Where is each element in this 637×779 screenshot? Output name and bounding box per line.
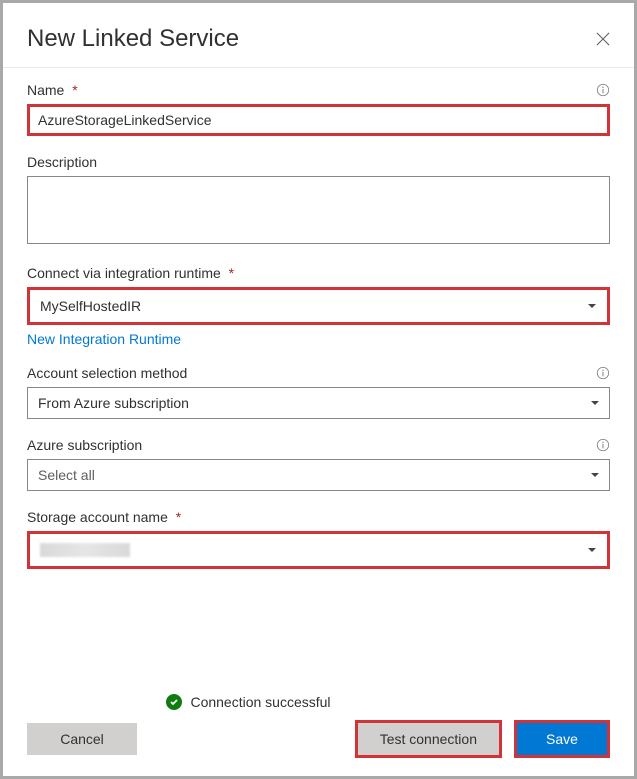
subscription-value: Select all [38,467,95,483]
success-check-icon [166,694,182,710]
storage-value-redacted [40,543,130,557]
dialog-panel: New Linked Service Name * Description [0,0,637,779]
highlight-save: Save [514,720,610,758]
field-description: Description [27,154,610,247]
runtime-label: Connect via integration runtime [27,265,221,281]
test-connection-button[interactable]: Test connection [358,723,499,755]
info-icon[interactable] [596,83,610,97]
dialog-body: Name * Description Connect via integrati… [3,68,634,776]
acct-method-label: Account selection method [27,365,187,381]
required-star: * [176,509,181,525]
storage-label: Storage account name [27,509,168,525]
runtime-value: MySelfHostedIR [40,298,141,314]
close-icon[interactable] [596,32,610,46]
description-input[interactable] [27,176,610,244]
save-button[interactable]: Save [517,723,607,755]
field-runtime: Connect via integration runtime * MySelf… [27,265,610,347]
name-label: Name [27,82,64,98]
dialog-header: New Linked Service [3,3,634,68]
info-icon[interactable] [596,438,610,452]
connection-status: Connection successful [27,686,470,720]
cancel-button[interactable]: Cancel [27,723,137,755]
acct-method-value: From Azure subscription [38,395,189,411]
status-text: Connection successful [190,694,330,710]
required-star: * [72,82,77,98]
name-input[interactable] [27,104,610,136]
subscription-label: Azure subscription [27,437,142,453]
info-icon[interactable] [596,366,610,380]
field-name: Name * [27,82,610,136]
subscription-select[interactable]: Select all [27,459,610,491]
runtime-select[interactable]: MySelfHostedIR [27,287,610,325]
storage-select[interactable] [27,531,610,569]
dialog-title: New Linked Service [27,25,239,53]
highlight-test: Test connection [355,720,502,758]
field-acct-method: Account selection method From Azure subs… [27,365,610,419]
required-star: * [229,265,234,281]
field-storage: Storage account name * [27,509,610,569]
field-subscription: Azure subscription Select all [27,437,610,491]
dialog-footer: Cancel Test connection Save [27,720,610,776]
new-runtime-link[interactable]: New Integration Runtime [27,331,181,347]
description-label: Description [27,154,97,170]
acct-method-select[interactable]: From Azure subscription [27,387,610,419]
